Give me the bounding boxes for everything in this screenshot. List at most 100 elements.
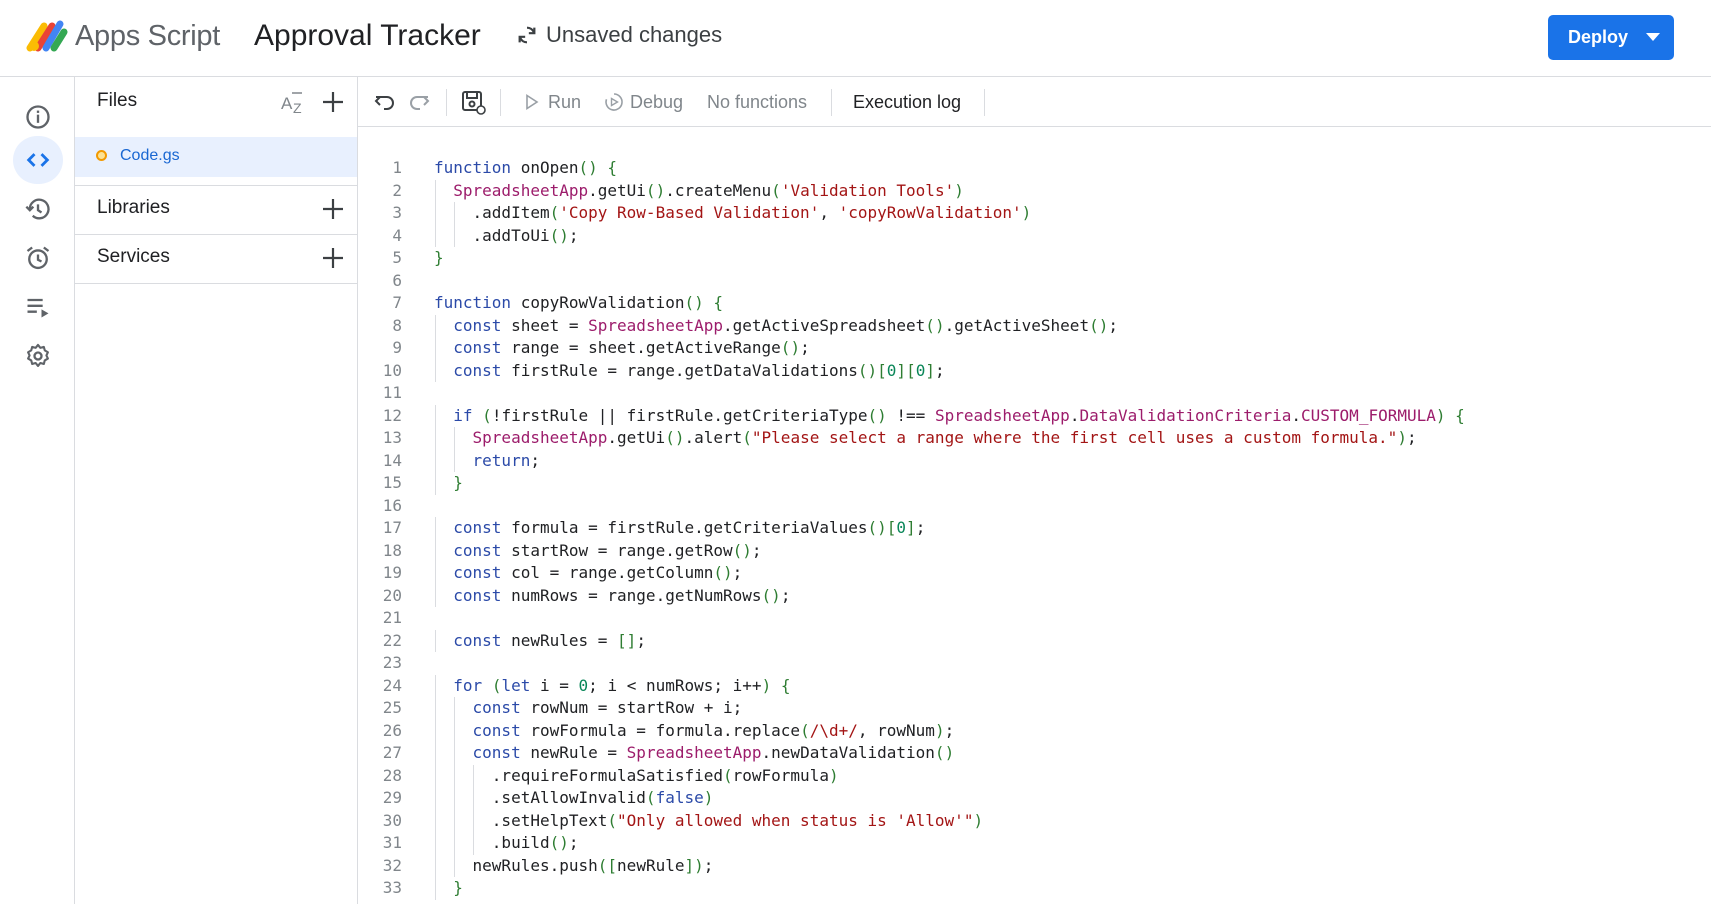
code-line[interactable]: 11: [358, 382, 402, 405]
play-icon: [526, 94, 539, 110]
code-line[interactable]: 26 const rowFormula = formula.replace(/\…: [358, 719, 954, 742]
left-rail: [0, 77, 75, 904]
toolbar-separator: [831, 89, 832, 116]
rail-triggers-button[interactable]: [13, 234, 63, 282]
add-file-icon[interactable]: [320, 89, 346, 115]
line-number: 21: [382, 608, 402, 627]
code-text: const firstRule = range.getDataValidatio…: [453, 360, 945, 380]
line-number: 2: [392, 180, 402, 200]
code-line[interactable]: 27 const newRule = SpreadsheetApp.newDat…: [358, 742, 954, 765]
sort-az-icon[interactable]: A Z: [280, 89, 308, 115]
redo-icon[interactable]: [406, 89, 432, 115]
top-header: Apps Script Approval Tracker Unsaved cha…: [0, 0, 1711, 77]
code-text: const range = sheet.getActiveRange();: [453, 338, 810, 357]
rail-editor-button[interactable]: [13, 136, 63, 184]
rail-executions-list-button[interactable]: [13, 283, 63, 331]
line-number: 29: [382, 788, 402, 807]
rail-settings-button[interactable]: [13, 332, 63, 380]
code-line[interactable]: 10 const firstRule = range.getDataValida…: [358, 359, 945, 382]
code-line[interactable]: 16: [358, 495, 402, 518]
line-number: 18: [382, 540, 402, 560]
dropdown-arrow-icon[interactable]: [1646, 33, 1660, 41]
line-number: 11: [382, 383, 402, 402]
undo-icon[interactable]: [372, 89, 398, 115]
debug-button[interactable]: Debug: [630, 92, 683, 113]
code-text: newRules.push([newRule]);: [434, 855, 714, 875]
code-line[interactable]: 32 newRules.push([newRule]);: [358, 854, 713, 877]
code-line[interactable]: 9 const range = sheet.getActiveRange();: [358, 337, 810, 360]
files-panel: Files A Z Code.gs Libraries Services: [75, 77, 358, 904]
code-line[interactable]: 1 function onOpen() {: [358, 157, 617, 180]
alarm-icon: [26, 246, 50, 270]
code-text: .setAllowInvalid(false): [434, 788, 714, 807]
code-line[interactable]: 12 if (!firstRule || firstRule.getCriter…: [358, 404, 1465, 427]
line-number: 25: [382, 698, 402, 717]
save-status-label: Unsaved changes: [546, 22, 723, 47]
file-item-code-gs[interactable]: Code.gs: [75, 137, 357, 177]
unsaved-dot-icon: [96, 150, 107, 161]
line-number: 9: [392, 338, 402, 357]
code-line[interactable]: 29 .setAllowInvalid(false): [358, 787, 713, 810]
line-number: 19: [382, 563, 402, 582]
deploy-button[interactable]: Deploy: [1548, 15, 1674, 60]
line-number: 23: [382, 653, 402, 672]
code-line[interactable]: 3 .addItem('Copy Row-Based Validation', …: [358, 202, 1031, 225]
execution-log-button[interactable]: Execution log: [853, 92, 961, 113]
code-text: }: [453, 473, 463, 492]
code-line[interactable]: 31 .build();: [358, 832, 579, 855]
code-text: const col = range.getColumn();: [453, 563, 743, 582]
add-library-icon[interactable]: [320, 196, 346, 222]
code-line[interactable]: 21: [358, 607, 402, 630]
code-line[interactable]: 2 SpreadsheetApp.getUi().createMenu('Val…: [358, 179, 964, 202]
code-text: function onOpen() {: [434, 158, 618, 177]
code-text: const sheet = SpreadsheetApp.getActiveSp…: [453, 315, 1118, 335]
code-line[interactable]: 4 .addToUi();: [358, 224, 579, 247]
line-number: 16: [382, 495, 402, 515]
line-number: 13: [382, 428, 402, 447]
code-line[interactable]: 13 SpreadsheetApp.getUi().alert("Please …: [358, 427, 1417, 450]
code-line[interactable]: 7 function copyRowValidation() {: [358, 292, 723, 315]
files-header: Files A Z: [75, 77, 358, 126]
toolbar-separator: [500, 89, 501, 116]
code-icon: [26, 153, 50, 167]
code-line[interactable]: 14 return;: [358, 449, 540, 472]
run-button[interactable]: Run: [548, 92, 581, 113]
code-text: const rowNum = startRow + i;: [472, 698, 743, 717]
code-line[interactable]: 15 }: [358, 472, 463, 495]
services-title: Services: [97, 246, 170, 267]
code-editor[interactable]: 1 function onOpen() {2 SpreadsheetApp.get…: [358, 127, 1711, 904]
code-line[interactable]: 28 .requireFormulaSatisfied(rowFormula): [358, 764, 839, 787]
code-line[interactable]: 24 for (let i = 0; i < numRows; i++) {: [358, 674, 790, 697]
code-line[interactable]: 23: [358, 652, 402, 675]
code-line[interactable]: 20 const numRows = range.getNumRows();: [358, 584, 790, 607]
code-line[interactable]: 18 const startRow = range.getRow();: [358, 539, 762, 562]
code-lines[interactable]: 1 function onOpen() {2 SpreadsheetApp.get…: [358, 157, 1465, 900]
code-text: const numRows = range.getNumRows();: [453, 585, 791, 605]
code-text: const formula = firstRule.getCriteriaVal…: [453, 518, 926, 537]
divider: [75, 234, 358, 235]
debug-icon: [605, 93, 623, 111]
code-line[interactable]: 5}: [358, 247, 443, 270]
code-line[interactable]: 25 const rowNum = startRow + i;: [358, 697, 742, 720]
code-line[interactable]: 6: [358, 270, 402, 293]
code-line[interactable]: 19 const col = range.getColumn();: [358, 562, 742, 585]
function-select[interactable]: No functions: [707, 92, 807, 113]
add-service-icon[interactable]: [320, 245, 346, 271]
code-line[interactable]: 17 const formula = firstRule.getCriteria…: [358, 517, 925, 540]
app-name[interactable]: Apps Script: [75, 20, 220, 53]
code-line[interactable]: 33 }: [358, 877, 463, 900]
code-line[interactable]: 8 const sheet = SpreadsheetApp.getActive…: [358, 314, 1118, 337]
save-project-icon[interactable]: [460, 89, 486, 115]
rail-executions-button[interactable]: [13, 185, 63, 233]
project-title[interactable]: Approval Tracker: [254, 19, 481, 53]
code-text: .build();: [434, 833, 579, 852]
code-line[interactable]: 22 const newRules = [];: [358, 629, 646, 652]
line-number: 10: [382, 360, 402, 380]
file-name: Code.gs: [120, 147, 180, 164]
divider: [75, 283, 358, 284]
code-line[interactable]: 30 .setHelpText("Only allowed when statu…: [358, 809, 983, 832]
rail-overview-button[interactable]: [13, 93, 63, 141]
line-number: 20: [382, 585, 402, 605]
line-number: 14: [382, 450, 402, 470]
code-text: function copyRowValidation() {: [434, 293, 724, 312]
